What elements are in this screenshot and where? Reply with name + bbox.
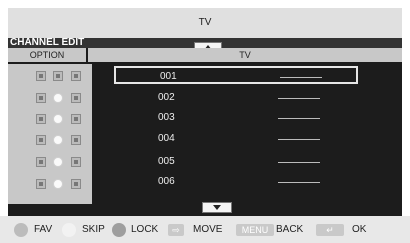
circle-icon[interactable] (53, 114, 63, 124)
channel-edit-frame: TV CHANNEL EDIT OPTION TV 001 002 003 00… (8, 8, 402, 216)
move-arrows-icon[interactable]: ⇨ (168, 224, 184, 236)
square-icon[interactable] (36, 114, 46, 124)
channel-number: 002 (158, 92, 175, 103)
channel-number: 005 (158, 156, 175, 167)
square-icon[interactable] (71, 71, 81, 81)
channel-name-placeholder (278, 118, 320, 119)
circle-icon[interactable] (53, 157, 63, 167)
square-icon[interactable] (36, 71, 46, 81)
circle-icon[interactable] (53, 179, 63, 189)
channel-number: 006 (158, 176, 175, 187)
channel-name-placeholder (278, 182, 320, 183)
option-row (8, 66, 92, 86)
square-icon[interactable] (36, 93, 46, 103)
ok-label: OK (352, 224, 367, 235)
option-row (8, 109, 92, 129)
window-title: TV (8, 8, 402, 38)
square-icon[interactable] (36, 179, 46, 189)
option-row (8, 174, 92, 194)
channel-list: 001 002 003 004 005 006 (92, 64, 402, 204)
option-column-header: OPTION (8, 48, 86, 62)
channel-name-placeholder (280, 77, 322, 78)
square-icon[interactable] (36, 135, 46, 145)
channel-number: 004 (158, 133, 175, 144)
channel-row[interactable]: 006 (114, 173, 358, 191)
square-icon[interactable] (71, 157, 81, 167)
channel-name-placeholder (278, 139, 320, 140)
option-row (8, 130, 92, 150)
fav-key-icon[interactable] (14, 223, 28, 237)
menu-key-button[interactable]: MENU (236, 224, 274, 236)
square-icon[interactable] (36, 157, 46, 167)
square-icon[interactable] (71, 179, 81, 189)
fav-label: FAV (34, 224, 53, 235)
skip-label: SKIP (82, 224, 105, 235)
option-panel (8, 64, 92, 204)
move-label: MOVE (193, 224, 223, 235)
scroll-down-arrow-icon[interactable] (202, 202, 232, 213)
lock-key-icon[interactable] (112, 223, 126, 237)
square-icon[interactable] (71, 93, 81, 103)
lock-label: LOCK (131, 224, 159, 235)
square-icon[interactable] (71, 135, 81, 145)
circle-icon[interactable] (53, 135, 63, 145)
channel-row[interactable]: 003 (114, 109, 358, 127)
square-icon[interactable] (71, 114, 81, 124)
channel-row-selected[interactable]: 001 (114, 66, 358, 84)
option-row (8, 88, 92, 108)
channel-row[interactable]: 005 (114, 153, 358, 171)
channel-name-placeholder (278, 98, 320, 99)
footer-key-legend: FAV SKIP LOCK ⇨ MOVE MENU BACK ↵ OK (0, 216, 410, 243)
channel-row[interactable]: 002 (114, 89, 358, 107)
tv-column-header: TV (88, 48, 402, 62)
square-icon[interactable] (53, 71, 63, 81)
back-label: BACK (276, 224, 304, 235)
channel-number: 001 (160, 71, 177, 82)
circle-icon[interactable] (53, 93, 63, 103)
channel-row[interactable]: 004 (114, 130, 358, 148)
skip-key-icon[interactable] (62, 223, 76, 237)
option-row (8, 152, 92, 172)
channel-name-placeholder (278, 162, 320, 163)
channel-number: 003 (158, 112, 175, 123)
enter-key-icon[interactable]: ↵ (316, 224, 344, 236)
